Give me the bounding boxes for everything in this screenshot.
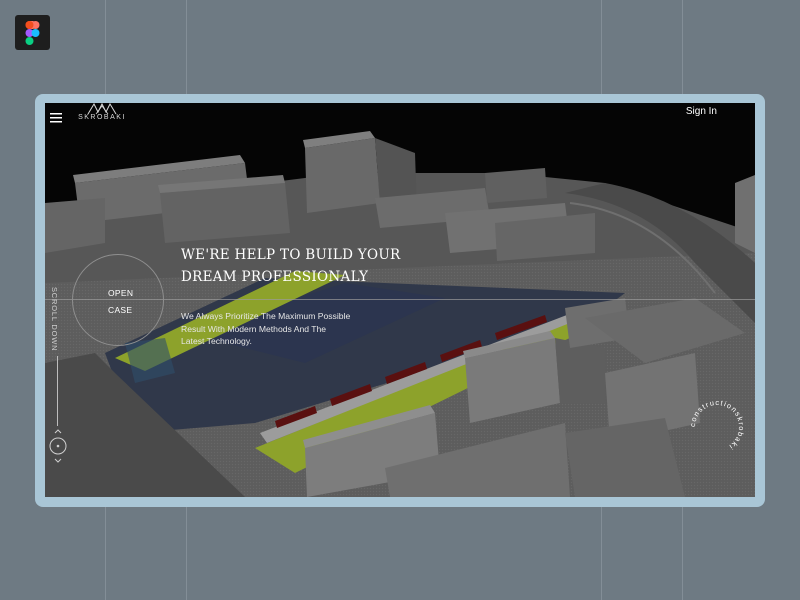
scroll-dot-icon bbox=[56, 444, 60, 448]
hero-subtitle-line: Result With Modern Methods And The bbox=[181, 323, 327, 334]
hero-title: WE'RE HELP TO BUILD YOUR DREAM PROFESSIO… bbox=[181, 244, 411, 288]
circular-text-badge[interactable]: constructionskrobaki bbox=[687, 397, 747, 457]
scroll-down-label: SCROLL DOWN bbox=[50, 287, 59, 352]
brand-logo[interactable]: SKROBAKI bbox=[77, 103, 127, 125]
hero-screen: SKROBAKI Sign In WE'RE HELP TO BUILD YOU… bbox=[45, 103, 755, 497]
scroll-track-line bbox=[57, 356, 58, 426]
svg-text:constructionskrobaki: constructionskrobaki bbox=[688, 398, 746, 452]
chevron-up-icon bbox=[54, 429, 62, 434]
hero-title-line: WE'RE HELP TO BUILD YOUR bbox=[181, 247, 401, 263]
open-case-label: CASE bbox=[108, 305, 133, 315]
circular-badge-text: constructionskrobaki bbox=[688, 398, 745, 452]
signin-link[interactable]: Sign In bbox=[686, 106, 717, 117]
menu-icon[interactable] bbox=[50, 110, 62, 123]
hero-subtitle: We Always Prioritize The Maximum Possibl… bbox=[181, 310, 391, 348]
chevron-down-icon bbox=[54, 458, 62, 463]
open-case-button[interactable]: OPEN CASE bbox=[72, 254, 164, 346]
figma-icon bbox=[15, 15, 50, 50]
hero-subtitle-line: Latest Technology. bbox=[181, 336, 252, 346]
hero-subtitle-line: We Always Prioritize The Maximum Possibl… bbox=[181, 311, 351, 321]
scroll-down-control[interactable] bbox=[48, 429, 68, 465]
hero-title-line: DREAM PROFESSIONALY bbox=[181, 269, 369, 285]
logo-text: SKROBAKI bbox=[78, 114, 126, 121]
open-case-label: OPEN bbox=[108, 288, 134, 298]
